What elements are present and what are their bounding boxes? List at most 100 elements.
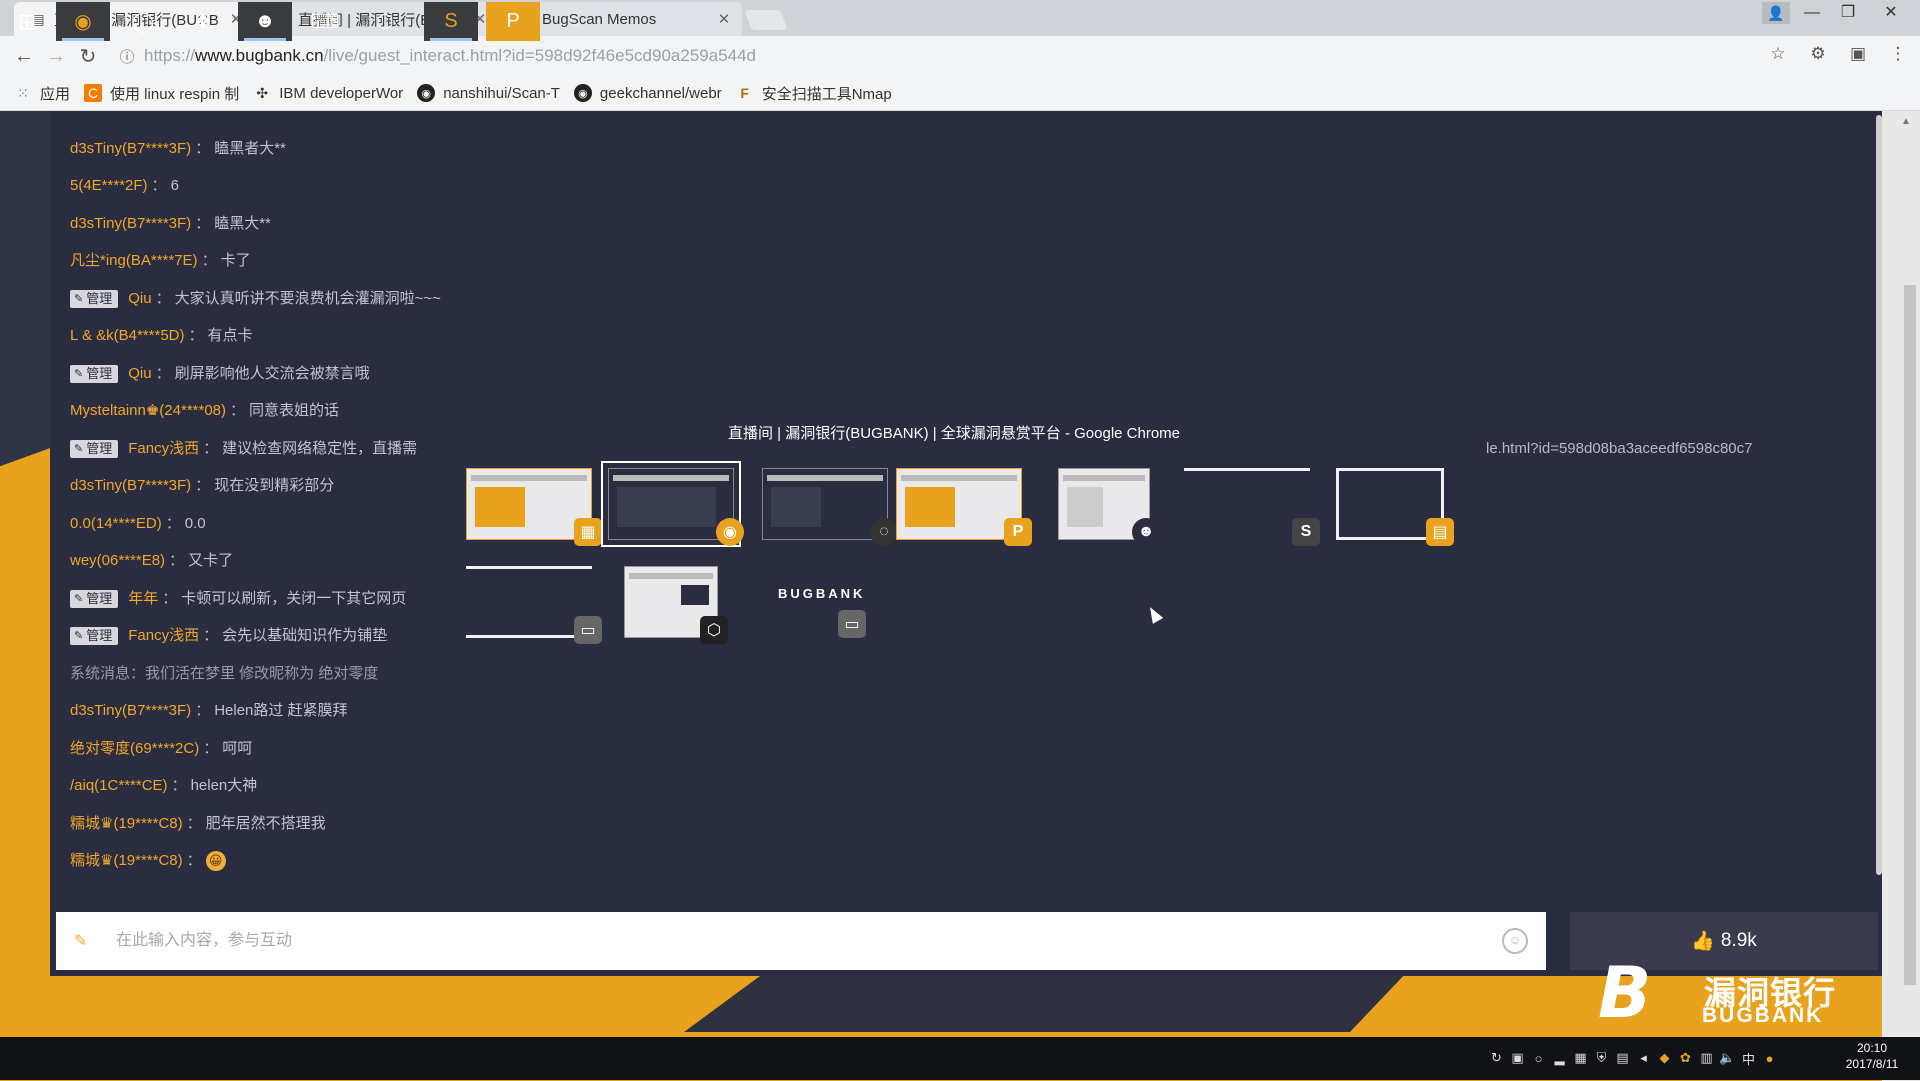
chat-input-box: ✎ ☺: [56, 912, 1546, 970]
chat-username[interactable]: d3sTiny(B7****3F): [70, 209, 191, 239]
window-close-button[interactable]: ✕: [1866, 0, 1916, 28]
chat-username[interactable]: d3sTiny(B7****3F): [70, 134, 191, 164]
tray-shield-icon[interactable]: ⛨: [1591, 1050, 1612, 1066]
url-path: /live/guest_interact.html?id=598d92f46e5…: [323, 46, 756, 65]
taskbar-chrome[interactable]: ◉: [56, 2, 110, 41]
window-thumbnail[interactable]: ◌: [762, 468, 898, 546]
tray-signal-icon[interactable]: ▂: [1549, 1050, 1570, 1066]
clock-time: 20:10: [1856, 1041, 1888, 1055]
star-icon[interactable]: ☆: [1766, 44, 1790, 64]
sublime-icon: S: [444, 10, 458, 32]
chat-username[interactable]: /aiq(1C****CE): [70, 771, 168, 801]
window-thumbnail[interactable]: ▤: [1336, 468, 1454, 546]
chat-separator: ：: [195, 477, 211, 494]
chat-username[interactable]: Fancy浅西: [128, 434, 199, 464]
running-indicator: [244, 38, 286, 41]
bookmark-geekchannel[interactable]: ◉ geekchannel/webr: [573, 84, 722, 102]
chat-username[interactable]: wey(06****E8): [70, 546, 165, 576]
chat-username[interactable]: 年年: [128, 584, 158, 614]
chat-username[interactable]: 0.0(14****ED): [70, 509, 162, 539]
powerpoint-icon: P: [506, 10, 520, 32]
chat-separator: ：: [195, 140, 211, 157]
chat-username[interactable]: Mysteltainn♚(24****08): [70, 396, 226, 426]
thumbnail-bar: [1063, 475, 1145, 481]
chat-username[interactable]: d3sTiny(B7****3F): [70, 696, 191, 726]
minimize-button[interactable]: —: [1794, 0, 1830, 28]
thumbnail-pane: [905, 487, 955, 527]
wrench-icon: ✎: [74, 443, 84, 455]
tray-circle-icon[interactable]: ○: [1528, 1051, 1549, 1066]
taskbar-app[interactable]: ⌨: [298, 2, 352, 41]
tray-notify-icon[interactable]: ●: [1759, 1051, 1780, 1066]
bookmark-linux-respin[interactable]: C 使用 linux respin 制: [84, 83, 239, 104]
chat-separator: ：: [203, 627, 219, 644]
taskbar-clock[interactable]: 20:10 2017/8/11: [1830, 1040, 1914, 1072]
menu-icon[interactable]: ⋮: [1886, 44, 1910, 64]
footer-shape: [0, 976, 760, 1032]
chat-username[interactable]: Qiu: [128, 284, 151, 314]
folder-icon: ▤: [1426, 518, 1454, 546]
emoji-picker-icon[interactable]: ☺: [1502, 928, 1528, 954]
window-thumbnail[interactable]: ▦: [466, 468, 602, 546]
extension-icon[interactable]: ⚙: [1806, 44, 1830, 64]
taskbar-sublime[interactable]: S: [424, 2, 478, 41]
close-icon[interactable]: ✕: [716, 10, 732, 28]
avatar-app-icon: ☻: [1132, 518, 1160, 546]
chat-text: 瞌黑大**: [214, 215, 271, 232]
window-thumbnail[interactable]: ⬡: [624, 566, 728, 644]
tray-monitor-icon[interactable]: ▤: [1612, 1050, 1633, 1066]
new-tab-button[interactable]: [744, 10, 788, 30]
reload-button[interactable]: ↻: [72, 44, 104, 69]
taskbar-powerpoint[interactable]: P: [486, 2, 540, 41]
chat-username[interactable]: L & &k(B4****5D): [70, 321, 185, 351]
chat-username[interactable]: d3sTiny(B7****3F): [70, 471, 191, 501]
forward-button[interactable]: →: [40, 45, 72, 68]
restore-button[interactable]: ❐: [1830, 0, 1866, 28]
page-scrollbar-thumb[interactable]: [1904, 285, 1916, 985]
taskbar-avatar-app[interactable]: ☻: [238, 2, 292, 41]
chat-username[interactable]: Fancy浅西: [128, 621, 199, 651]
tray-volume-icon[interactable]: 🔈: [1717, 1050, 1738, 1066]
chat-username[interactable]: 凡尘*ing(BA****7E): [70, 246, 198, 276]
tray-security-icon[interactable]: ◆: [1654, 1050, 1675, 1066]
chat-separator: ：: [165, 515, 181, 532]
tray-flag-icon[interactable]: ✿: [1675, 1050, 1696, 1066]
back-button[interactable]: ←: [8, 45, 40, 68]
chat-message: 糯城♛(19****C8)： 😀: [70, 846, 226, 876]
chat-username[interactable]: 糯城♛(19****C8): [70, 809, 183, 839]
tray-arrow-icon[interactable]: ◂: [1633, 1050, 1654, 1066]
bookmark-ibm[interactable]: ✣ IBM developerWor: [253, 84, 403, 102]
tray-keyboard-icon[interactable]: ▦: [1570, 1050, 1591, 1066]
window-thumbnail[interactable]: S: [1184, 468, 1320, 546]
cast-icon[interactable]: ▣: [1846, 44, 1870, 64]
address-bar[interactable]: ⓘ https:// www.bugbank.cn /live/guest_in…: [116, 41, 1756, 71]
chat-separator: ：: [203, 740, 219, 757]
taskbar-virtualbox[interactable]: ⬡: [358, 2, 412, 41]
window-thumbnail[interactable]: P: [896, 468, 1032, 546]
info-icon[interactable]: ⓘ: [116, 45, 138, 67]
bookmark-nmap[interactable]: F 安全扫描工具Nmap: [736, 83, 891, 104]
chat-input[interactable]: [114, 931, 1502, 951]
tray-refresh-icon[interactable]: ↻: [1486, 1050, 1507, 1066]
chat-username[interactable]: 绝对零度(69****2C): [70, 734, 199, 764]
window-thumbnail[interactable]: ☻: [1058, 468, 1160, 546]
tray-app-icon[interactable]: ▣: [1507, 1050, 1528, 1066]
admin-badge: ✎ 管理: [70, 440, 119, 458]
chat-username[interactable]: 5(4E****2F): [70, 171, 148, 201]
tray-network-icon[interactable]: ▥: [1696, 1050, 1717, 1066]
bookmark-apps[interactable]: ⁙ 应用: [14, 83, 70, 104]
taskbar-app[interactable]: ◯: [116, 2, 170, 41]
chat-text: 现在没到精彩部分: [214, 477, 335, 494]
taskbar-app[interactable]: ❖: [176, 2, 230, 41]
taskbar-obs[interactable]: ◌: [548, 2, 602, 41]
start-button[interactable]: ⊞: [0, 2, 54, 41]
window-thumbnail[interactable]: ▭: [466, 566, 602, 644]
bookmark-scan-t[interactable]: ◉ nanshihui/Scan-T: [417, 84, 560, 102]
chat-username[interactable]: Qiu: [128, 359, 151, 389]
profile-icon[interactable]: 👤: [1762, 2, 1790, 24]
tray-ime-label[interactable]: 中: [1738, 1049, 1759, 1068]
window-thumbnail-selected[interactable]: ◉: [601, 461, 744, 547]
chat-text: 肥年居然不搭理我: [205, 815, 326, 832]
chat-username[interactable]: 糯城♛(19****C8): [70, 846, 183, 876]
scroll-up-icon[interactable]: ▲: [1900, 116, 1912, 127]
